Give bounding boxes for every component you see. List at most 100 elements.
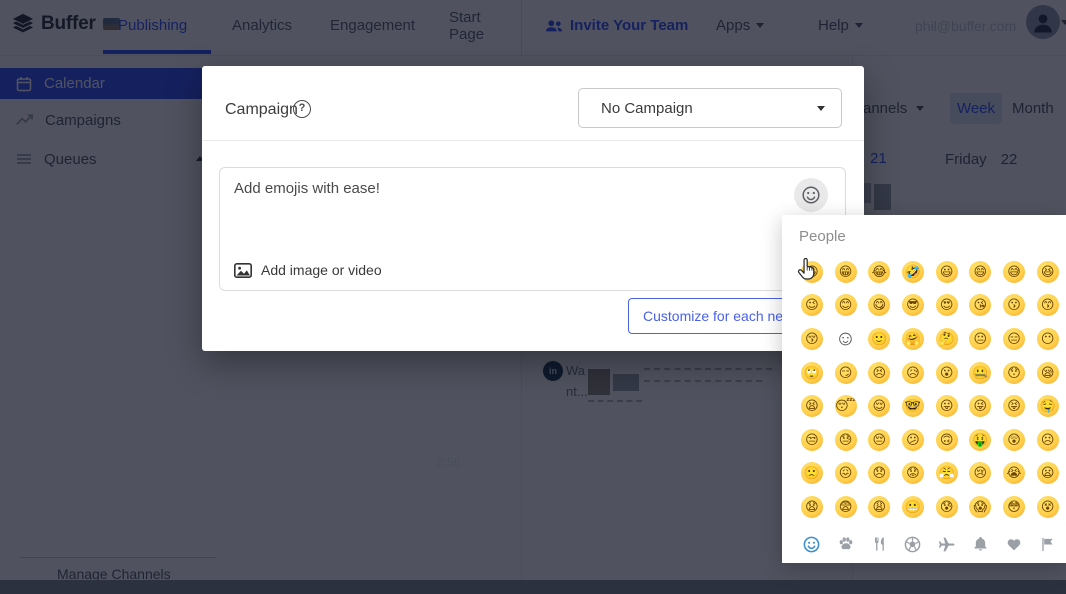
emoji-cell-2-7[interactable]: 😶 xyxy=(1031,322,1065,356)
emoji-cell-7-7[interactable]: 😵 xyxy=(1031,490,1065,524)
emoji-glyph: 😄 xyxy=(969,261,991,283)
emoji-glyph: 😤 xyxy=(936,462,958,484)
emoji-cell-4-7[interactable]: 🤤 xyxy=(1031,389,1065,423)
add-media-button[interactable]: Add image or video xyxy=(234,262,382,278)
emoji-glyph: 😫 xyxy=(801,395,823,417)
emoji-cell-6-1[interactable]: 😖 xyxy=(829,457,863,491)
emoji-cell-0-1[interactable]: 😁 xyxy=(829,255,863,289)
emoji-glyph: 😔 xyxy=(868,429,890,451)
emoji-picker-panel: People 😀😁😂🤣😃😄😅😆😉😊😋😎😍😘😗😙😚☺🙂🤗🤔😐😑😶🙄😏😣😥😮🤐😯😪😫… xyxy=(782,215,1066,563)
emoji-cell-1-3[interactable]: 😎 xyxy=(896,289,930,323)
customize-for-each-network-button[interactable]: Customize for each net xyxy=(628,298,802,334)
emoji-cell-4-0[interactable]: 😫 xyxy=(795,389,829,423)
emoji-cell-0-5[interactable]: 😄 xyxy=(963,255,997,289)
emoji-cell-7-3[interactable]: 😬 xyxy=(896,490,930,524)
emoji-cell-0-2[interactable]: 😂 xyxy=(862,255,896,289)
emoji-cell-4-2[interactable]: 😌 xyxy=(862,389,896,423)
emoji-cell-1-5[interactable]: 😘 xyxy=(963,289,997,323)
emoji-cell-0-4[interactable]: 😃 xyxy=(930,255,964,289)
category-travel-icon[interactable] xyxy=(930,529,964,559)
emoji-cell-2-1[interactable]: ☺ xyxy=(829,322,863,356)
category-flags-icon[interactable] xyxy=(1031,529,1065,559)
emoji-cell-3-5[interactable]: 🤐 xyxy=(963,356,997,390)
emoji-cell-7-1[interactable]: 😨 xyxy=(829,490,863,524)
emoji-glyph: 😥 xyxy=(902,362,924,384)
emoji-cell-6-6[interactable]: 😭 xyxy=(997,457,1031,491)
emoji-cell-5-7[interactable]: ☹ xyxy=(1031,423,1065,457)
emoji-cell-1-6[interactable]: 😗 xyxy=(997,289,1031,323)
emoji-cell-3-3[interactable]: 😥 xyxy=(896,356,930,390)
category-activity-icon[interactable] xyxy=(896,529,930,559)
emoji-cell-5-1[interactable]: 😓 xyxy=(829,423,863,457)
emoji-cell-6-7[interactable]: 😦 xyxy=(1031,457,1065,491)
emoji-cell-2-6[interactable]: 😑 xyxy=(997,322,1031,356)
emoji-cell-7-0[interactable]: 😧 xyxy=(795,490,829,524)
emoji-glyph: 🤓 xyxy=(902,395,924,417)
emoji-cell-7-4[interactable]: 😰 xyxy=(930,490,964,524)
emoji-cell-7-5[interactable]: 😱 xyxy=(963,490,997,524)
emoji-cell-1-7[interactable]: 😙 xyxy=(1031,289,1065,323)
emoji-cell-4-3[interactable]: 🤓 xyxy=(896,389,930,423)
campaign-select[interactable]: No Campaign xyxy=(578,88,842,128)
emoji-cell-3-0[interactable]: 🙄 xyxy=(795,356,829,390)
emoji-cell-3-1[interactable]: 😏 xyxy=(829,356,863,390)
emoji-cell-3-6[interactable]: 😯 xyxy=(997,356,1031,390)
emoji-cell-4-6[interactable]: 😝 xyxy=(997,389,1031,423)
emoji-glyph: ☹ xyxy=(1037,429,1059,451)
emoji-cell-6-4[interactable]: 😤 xyxy=(930,457,964,491)
smiley-icon xyxy=(801,185,821,205)
emoji-cell-6-5[interactable]: 😢 xyxy=(963,457,997,491)
emoji-cell-5-3[interactable]: 😕 xyxy=(896,423,930,457)
emoji-cell-2-0[interactable]: 😚 xyxy=(795,322,829,356)
emoji-cell-1-4[interactable]: 😍 xyxy=(930,289,964,323)
emoji-cell-7-6[interactable]: 😳 xyxy=(997,490,1031,524)
emoji-cell-3-2[interactable]: 😣 xyxy=(862,356,896,390)
emoji-glyph: 🤑 xyxy=(969,429,991,451)
emoji-cell-3-4[interactable]: 😮 xyxy=(930,356,964,390)
composer-text[interactable]: Add emojis with ease! xyxy=(234,180,380,197)
emoji-glyph: 😗 xyxy=(1003,294,1025,316)
emoji-glyph: 😯 xyxy=(1003,362,1025,384)
emoji-cell-1-2[interactable]: 😋 xyxy=(862,289,896,323)
emoji-glyph: 😊 xyxy=(835,294,857,316)
emoji-cell-2-5[interactable]: 😐 xyxy=(963,322,997,356)
emoji-cell-3-7[interactable]: 😪 xyxy=(1031,356,1065,390)
emoji-cell-5-0[interactable]: 😒 xyxy=(795,423,829,457)
emoji-glyph: 🙄 xyxy=(801,362,823,384)
emoji-cell-4-5[interactable]: 😜 xyxy=(963,389,997,423)
emoji-cell-4-1[interactable]: 😴 xyxy=(829,389,863,423)
emoji-cell-0-7[interactable]: 😆 xyxy=(1031,255,1065,289)
emoji-cell-6-0[interactable]: 🙁 xyxy=(795,457,829,491)
category-smileys-icon[interactable] xyxy=(795,529,829,559)
emoji-cell-5-4[interactable]: 🙃 xyxy=(930,423,964,457)
emoji-glyph: 😨 xyxy=(835,496,857,518)
emoji-cell-2-4[interactable]: 🤔 xyxy=(930,322,964,356)
emoji-cell-6-2[interactable]: 😞 xyxy=(862,457,896,491)
category-objects-icon[interactable] xyxy=(963,529,997,559)
emoji-cell-0-3[interactable]: 🤣 xyxy=(896,255,930,289)
emoji-glyph: 😘 xyxy=(969,294,991,316)
emoji-cell-2-3[interactable]: 🤗 xyxy=(896,322,930,356)
emoji-cell-1-0[interactable]: 😉 xyxy=(795,289,829,323)
emoji-cell-0-6[interactable]: 😅 xyxy=(997,255,1031,289)
compose-modal: Campaign No Campaign Add emojis with eas… xyxy=(202,66,864,351)
emoji-glyph: 😣 xyxy=(868,362,890,384)
emoji-glyph: 😍 xyxy=(936,294,958,316)
emoji-glyph: 😌 xyxy=(868,395,890,417)
emoji-cell-2-2[interactable]: 🙂 xyxy=(862,322,896,356)
emoji-cell-5-2[interactable]: 😔 xyxy=(862,423,896,457)
help-question-icon[interactable] xyxy=(293,100,311,118)
emoji-glyph: 🤐 xyxy=(969,362,991,384)
composer-box[interactable]: Add emojis with ease! Add image or video xyxy=(219,167,846,291)
category-animals-icon[interactable] xyxy=(829,529,863,559)
category-symbols-icon[interactable] xyxy=(997,529,1031,559)
emoji-cell-4-4[interactable]: 😛 xyxy=(930,389,964,423)
emoji-cell-6-3[interactable]: 😟 xyxy=(896,457,930,491)
emoji-cell-5-6[interactable]: 😲 xyxy=(997,423,1031,457)
category-food-icon[interactable] xyxy=(862,529,896,559)
emoji-cell-5-5[interactable]: 🤑 xyxy=(963,423,997,457)
emoji-cell-1-1[interactable]: 😊 xyxy=(829,289,863,323)
emoji-picker-button[interactable] xyxy=(794,178,828,212)
emoji-cell-7-2[interactable]: 😩 xyxy=(862,490,896,524)
emoji-glyph: 😙 xyxy=(1037,294,1059,316)
